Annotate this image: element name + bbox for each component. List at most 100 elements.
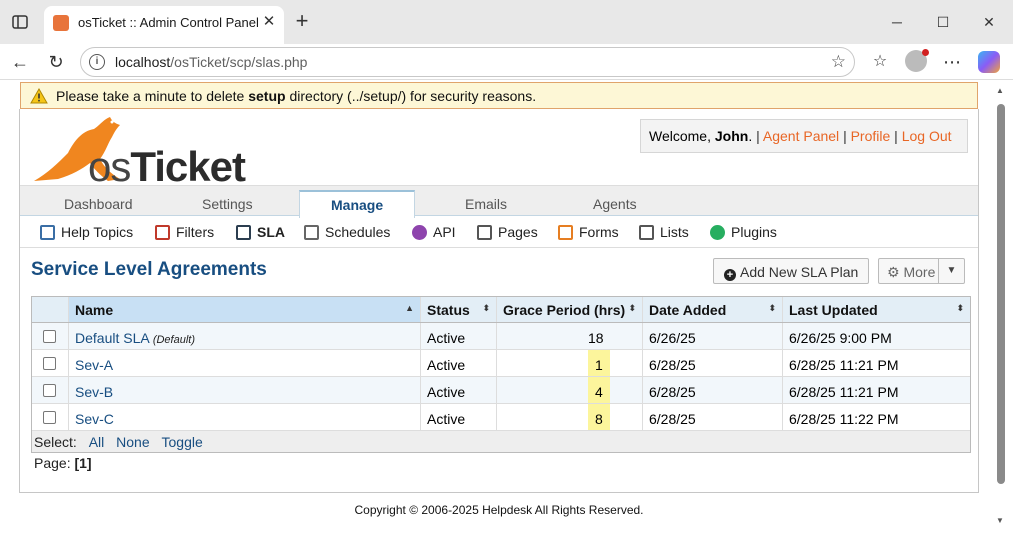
status-cell: Active — [421, 404, 497, 430]
window-close-icon[interactable]: ✕ — [975, 10, 1003, 34]
settings-more-icon[interactable]: ⋯ — [940, 50, 964, 74]
tab-manage[interactable]: Manage — [299, 190, 416, 218]
last-updated-cell: 6/28/25 11:22 PM — [789, 411, 899, 427]
header-status[interactable]: Status ⬍ — [421, 297, 497, 322]
date-added-cell: 6/28/25 — [643, 404, 783, 430]
maximize-icon[interactable]: ☐ — [929, 10, 957, 34]
last-updated-cell: 6/28/25 11:21 PM — [789, 357, 899, 373]
tab-emails[interactable]: Emails — [465, 196, 507, 212]
subnav-sla[interactable]: SLA — [236, 224, 285, 240]
subnav-plugins[interactable]: Plugins — [710, 224, 777, 240]
new-tab-icon[interactable]: + — [290, 10, 314, 34]
user-name: John — [714, 128, 749, 144]
more-dropdown-button[interactable]: ⚙ More ▼ — [878, 258, 965, 284]
osticket-logo[interactable]: osTicket — [28, 113, 246, 190]
minimize-icon[interactable]: ─ — [883, 10, 911, 34]
select-all-link[interactable]: All — [89, 434, 105, 450]
setup-warning-banner: Please take a minute to delete setup dir… — [20, 82, 978, 109]
default-tag: (Default) — [152, 334, 196, 346]
gear-icon: ⚙ — [887, 264, 900, 280]
scroll-down-icon[interactable]: ▼ — [996, 516, 1004, 525]
address-bar[interactable]: i localhost/osTicket/scp/slas.php ☆ — [80, 47, 855, 77]
subnav-api[interactable]: API — [412, 224, 456, 240]
grace-cell: 8 — [595, 411, 603, 427]
help-topics-icon — [40, 225, 55, 240]
browser-toolbar: ← ↻ i localhost/osTicket/scp/slas.php ☆ … — [0, 44, 1013, 80]
favorites-icon[interactable]: ☆ — [868, 50, 892, 74]
sla-name-link[interactable]: Default SLA — [75, 330, 149, 346]
tab-dashboard[interactable]: Dashboard — [64, 196, 133, 212]
grace-cell: 4 — [595, 384, 603, 400]
row-checkbox[interactable] — [43, 384, 56, 397]
table-row: Sev-A Active 1 6/28/25 6/28/25 11:21 PM — [32, 350, 970, 377]
sla-name-link[interactable]: Sev-C — [75, 411, 114, 427]
logo-wordmark: osTicket — [88, 143, 246, 190]
header-last-updated[interactable]: Last Updated ⬍ — [783, 297, 970, 322]
sort-both-icon: ⬍ — [628, 303, 636, 313]
table-row: Sev-C Active 8 6/28/25 6/28/25 11:22 PM — [32, 404, 970, 431]
sla-name-link[interactable]: Sev-A — [75, 357, 113, 373]
page-scrollbar[interactable]: ▲ ▼ — [993, 80, 1009, 539]
status-cell: Active — [421, 350, 497, 376]
profile-link[interactable]: Profile — [851, 128, 891, 144]
subnav-lists[interactable]: Lists — [639, 224, 689, 240]
last-updated-cell: 6/26/25 9:00 PM — [789, 330, 892, 346]
page-viewport: Please take a minute to delete setup dir… — [0, 80, 1013, 539]
api-icon — [412, 225, 427, 240]
copilot-icon[interactable] — [978, 51, 1000, 73]
favorite-star-icon[interactable]: ☆ — [831, 52, 846, 72]
current-page[interactable]: [1] — [74, 455, 91, 471]
date-added-cell: 6/26/25 — [643, 323, 783, 349]
scroll-up-icon[interactable]: ▲ — [996, 86, 1004, 95]
sort-both-icon: ⬍ — [956, 303, 964, 313]
site-info-icon[interactable]: i — [89, 54, 105, 70]
table-row: Sev-B Active 4 6/28/25 6/28/25 11:21 PM — [32, 377, 970, 404]
date-added-cell: 6/28/25 — [643, 377, 783, 403]
plugins-icon — [710, 225, 725, 240]
header-date-added[interactable]: Date Added ⬍ — [643, 297, 783, 322]
admin-panel: osTicket Welcome, John. | Agent Panel | … — [19, 109, 979, 493]
sla-name-link[interactable]: Sev-B — [75, 384, 113, 400]
row-checkbox[interactable] — [43, 357, 56, 370]
add-sla-plan-button[interactable]: + Add New SLA Plan — [713, 258, 870, 284]
grace-cell: 1 — [595, 357, 603, 373]
reload-icon[interactable]: ↻ — [44, 50, 68, 74]
logout-link[interactable]: Log Out — [902, 128, 952, 144]
pages-icon — [477, 225, 492, 240]
select-toggle-link[interactable]: Toggle — [162, 434, 203, 450]
select-none-link[interactable]: None — [116, 434, 149, 450]
pagination: Page: [1] — [34, 455, 92, 471]
header-name[interactable]: Name ▲ — [69, 297, 421, 322]
copyright-footer: Copyright © 2006-2025 Helpdesk All Right… — [354, 503, 644, 517]
row-checkbox[interactable] — [43, 411, 56, 424]
status-cell: Active — [421, 377, 497, 403]
warning-text: Please take a minute to delete setup dir… — [56, 88, 537, 104]
profile-avatar-icon[interactable] — [905, 49, 929, 72]
subnav-filters[interactable]: Filters — [155, 224, 214, 240]
forms-icon — [558, 225, 573, 240]
table-row: Default SLA (Default) Active 18 6/26/25 … — [32, 323, 970, 350]
tab-agents[interactable]: Agents — [593, 196, 637, 212]
row-checkbox[interactable] — [43, 330, 56, 343]
user-welcome-box: Welcome, John. | Agent Panel | Profile |… — [640, 119, 968, 153]
subnav-help-topics[interactable]: Help Topics — [40, 224, 133, 240]
agent-panel-link[interactable]: Agent Panel — [763, 128, 839, 144]
subnav-pages[interactable]: Pages — [477, 224, 538, 240]
table-select-footer: Select: All None Toggle — [32, 431, 970, 452]
tab-settings[interactable]: Settings — [202, 196, 253, 212]
tab-close-icon[interactable]: ✕ — [258, 11, 280, 33]
select-label: Select: — [34, 434, 77, 450]
last-updated-cell: 6/28/25 11:21 PM — [789, 384, 899, 400]
caret-down-icon[interactable]: ▼ — [938, 259, 964, 283]
scroll-thumb[interactable] — [997, 104, 1005, 484]
tab-actions-icon[interactable] — [10, 12, 30, 32]
lists-icon — [639, 225, 654, 240]
header-grace-period[interactable]: Grace Period (hrs) ⬍ — [497, 297, 643, 322]
warning-icon — [30, 88, 48, 104]
browser-tab[interactable]: osTicket :: Admin Control Panel ✕ — [44, 6, 284, 44]
subnav-schedules[interactable]: Schedules — [304, 224, 390, 240]
back-icon[interactable]: ← — [8, 50, 32, 74]
subnav-forms[interactable]: Forms — [558, 224, 619, 240]
plus-circle-icon: + — [724, 269, 736, 281]
table-header-row: Name ▲ Status ⬍ Grace Period (hrs) ⬍ Date A… — [32, 297, 970, 323]
